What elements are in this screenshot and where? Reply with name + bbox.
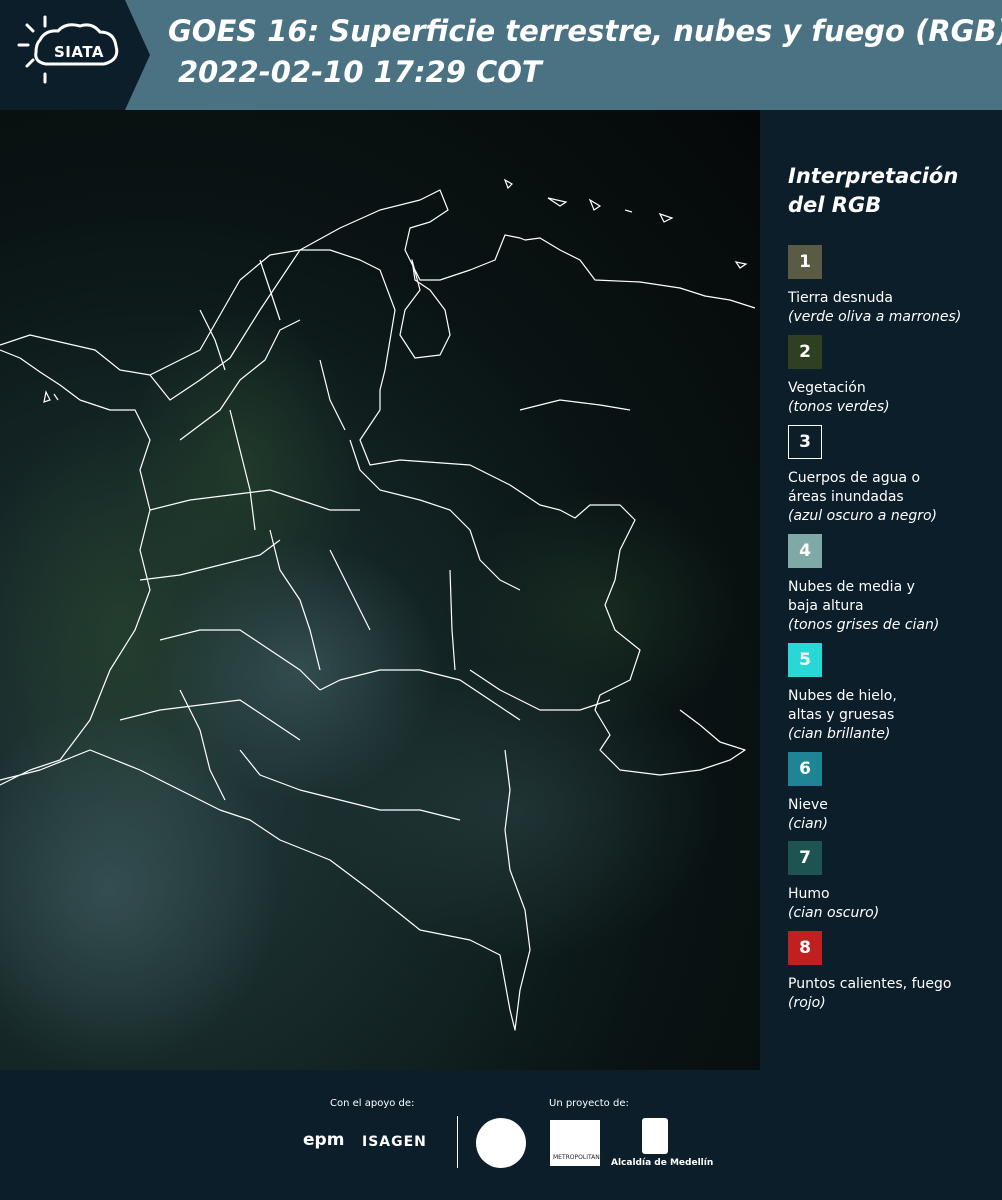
legend-desc: (cian oscuro) <box>788 905 880 921</box>
university-seal-icon <box>476 1118 526 1168</box>
legend-desc: (tonos verdes) <box>788 399 890 415</box>
legend-title-line1: Interpretación <box>788 164 959 188</box>
legend-label: Cuerpos de agua o áreas inundadas <box>788 470 921 505</box>
legend-desc: (tonos grises de cian) <box>788 617 940 633</box>
legend-title-line2: del RGB <box>788 193 882 217</box>
legend-number: 4 <box>799 541 811 561</box>
legend-title: Interpretación del RGB <box>788 162 988 220</box>
legend-number: 8 <box>799 938 811 958</box>
map-boundaries <box>0 178 756 1070</box>
epm-logo: epm <box>303 1130 345 1150</box>
page-timestamp: 2022-02-10 17:29 COT <box>178 55 542 89</box>
support-label: Con el apoyo de: <box>330 1098 415 1109</box>
legend-item: 4 Nubes de media y baja altura (tonos gr… <box>788 534 998 635</box>
isagen-logo: ISAGEN <box>362 1134 427 1150</box>
alcaldia-shield-icon <box>642 1118 668 1154</box>
alcaldia-label: Alcaldía de Medellín <box>611 1158 714 1168</box>
legend-label: Puntos calientes, fuego <box>788 976 952 992</box>
legend-item: 6 Nieve (cian) <box>788 752 998 834</box>
siata-logo: SIATA <box>0 0 150 110</box>
legend-label: Nieve <box>788 797 828 813</box>
logo-text: SIATA <box>54 43 105 61</box>
area-metropolitana-text: METROPOLITANA <box>553 1154 604 1161</box>
legend-item: 7 Humo (cian oscuro) <box>788 841 998 923</box>
page-title: GOES 16: Superficie terrestre, nubes y f… <box>168 14 1002 48</box>
project-label: Un proyecto de: <box>549 1098 629 1109</box>
legend-swatch: 5 <box>788 643 822 677</box>
legend-item: 8 Puntos calientes, fuego (rojo) <box>788 931 998 1013</box>
legend-label: Vegetación <box>788 380 866 396</box>
header-banner: SIATA GOES 16: Superficie terrestre, nub… <box>0 0 1002 110</box>
legend-label: Tierra desnuda <box>788 290 893 306</box>
legend-item: 3 Cuerpos de agua o áreas inundadas (azu… <box>788 425 998 526</box>
legend-number: 5 <box>799 650 811 670</box>
legend-desc: (azul oscuro a negro) <box>788 508 937 524</box>
legend-desc: (cian brillante) <box>788 726 891 742</box>
legend-number: 1 <box>799 252 811 272</box>
legend-item: 1 Tierra desnuda (verde oliva a marrones… <box>788 245 998 327</box>
legend-swatch: 4 <box>788 534 822 568</box>
legend-panel: Interpretación del RGB 1 Tierra desnuda … <box>760 110 1002 1070</box>
footer: Con el apoyo de: Un proyecto de: epm ISA… <box>0 1070 1002 1200</box>
legend-label: Nubes de hielo, altas y gruesas <box>788 688 897 723</box>
legend-swatch: 2 <box>788 335 822 369</box>
legend-swatch: 6 <box>788 752 822 786</box>
legend-number: 7 <box>799 848 811 868</box>
legend-item: 2 Vegetación (tonos verdes) <box>788 335 998 417</box>
legend-swatch: 3 <box>788 425 822 459</box>
legend-desc: (rojo) <box>788 995 826 1011</box>
legend-swatch: 8 <box>788 931 822 965</box>
legend-label: Nubes de media y baja altura <box>788 579 915 614</box>
legend-desc: (verde oliva a marrones) <box>788 309 962 325</box>
legend-number: 3 <box>799 432 811 452</box>
satellite-map <box>0 110 760 1070</box>
footer-divider <box>457 1116 458 1168</box>
legend-label: Humo <box>788 886 830 902</box>
legend-swatch: 1 <box>788 245 822 279</box>
legend-number: 2 <box>799 342 811 362</box>
legend-desc: (cian) <box>788 816 828 832</box>
legend-swatch: 7 <box>788 841 822 875</box>
legend-item: 5 Nubes de hielo, altas y gruesas (cian … <box>788 643 998 744</box>
legend-number: 6 <box>799 759 811 779</box>
